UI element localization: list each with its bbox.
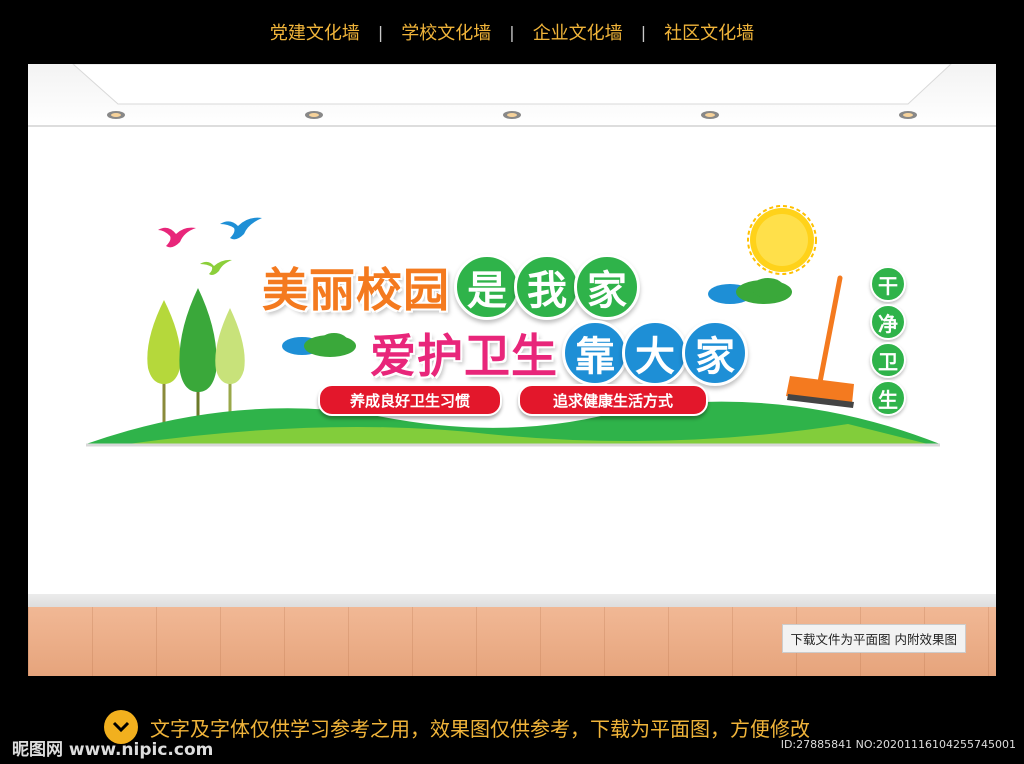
tree-icon bbox=[215, 308, 245, 384]
title-line-2: 爱护卫生 靠 大 家 bbox=[370, 320, 748, 386]
image-id: ID:27885841 NO:20201116104255745001 bbox=[780, 738, 1016, 751]
title-1-text: 美丽校园 bbox=[262, 263, 450, 317]
tree-icon bbox=[179, 288, 217, 392]
nav-item-enterprise-wall[interactable]: 企业文化墙 bbox=[515, 19, 641, 45]
nav-item-party-wall[interactable]: 党建文化墙 bbox=[252, 19, 378, 45]
showroom-preview: 美丽校园 是 我 家 爱护卫生 靠 大 家 养成良好卫生习惯 追求健康生活方式 … bbox=[28, 64, 996, 676]
title-2-circle-char: 大 bbox=[622, 320, 688, 386]
cloud-icon bbox=[708, 278, 792, 304]
slogan-pill-habits: 养成良好卫生习惯 bbox=[318, 384, 502, 416]
floor-note: 下载文件为平面图 内附效果图 bbox=[781, 624, 966, 653]
title-2-text: 爱护卫生 bbox=[370, 329, 558, 383]
cloud-icon bbox=[282, 333, 356, 357]
title-1-circle-char: 家 bbox=[574, 254, 640, 320]
tree-icon bbox=[147, 300, 181, 384]
broom-icon bbox=[786, 275, 854, 408]
vertical-char: 卫 bbox=[870, 342, 906, 378]
title-2-circle-char: 家 bbox=[682, 320, 748, 386]
vertical-char: 干 bbox=[870, 266, 906, 302]
nav-item-community-wall[interactable]: 社区文化墙 bbox=[646, 19, 772, 45]
floor-edge bbox=[28, 594, 996, 608]
site-logo[interactable]: 昵图网 www.nipic.com bbox=[12, 735, 213, 760]
sun-icon bbox=[747, 205, 817, 275]
vertical-char: 净 bbox=[870, 304, 906, 340]
title-1-circle-char: 我 bbox=[514, 254, 580, 320]
bird-icon bbox=[200, 259, 232, 275]
slogan-pill-lifestyle: 追求健康生活方式 bbox=[518, 384, 708, 416]
top-nav: 党建文化墙 | 学校文化墙 | 企业文化墙 | 社区文化墙 bbox=[0, 0, 1024, 64]
title-1-circle-char: 是 bbox=[454, 254, 520, 320]
vertical-char: 生 bbox=[870, 380, 906, 416]
title-2-circle-char: 靠 bbox=[562, 320, 628, 386]
bird-icon bbox=[158, 227, 196, 248]
title-line-1: 美丽校园 是 我 家 bbox=[262, 254, 640, 320]
nav-item-school-wall[interactable]: 学校文化墙 bbox=[383, 19, 509, 45]
footer-text: 文字及字体仅供学习参考之用，效果图仅供参考，下载为平面图，方便修改 bbox=[150, 716, 810, 741]
bird-icon bbox=[220, 217, 262, 240]
